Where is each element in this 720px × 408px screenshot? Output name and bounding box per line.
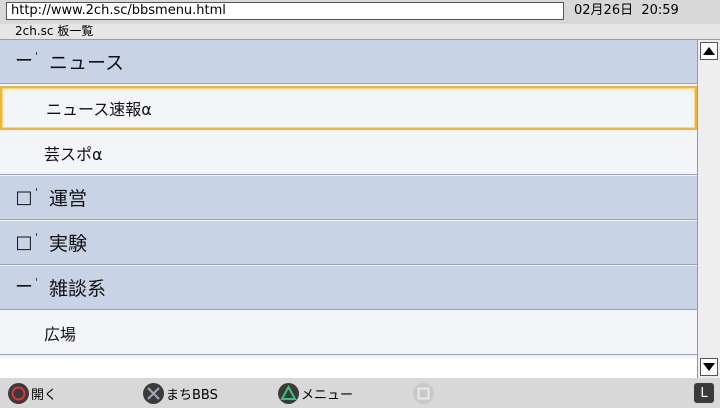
open-label: 開く [31,387,58,403]
open-button[interactable]: 開く [8,382,57,404]
machi-bbs-button[interactable]: まちBBS [143,382,218,404]
board-item-news-alpha[interactable]: ニュース速報α [0,86,697,130]
scroll-up-button[interactable] [700,42,718,60]
category-row-news[interactable]: ー ' ニュース [0,40,697,84]
square-button [413,382,436,404]
board-item-label: 芸スポα [44,144,103,164]
scrollbar[interactable] [697,40,720,378]
breadcrumb: 2ch.sc 板一覧 [0,24,720,40]
circle-button-icon [8,382,29,404]
category-row-admin[interactable]: □ ' 運営 [0,176,697,220]
machi-bbs-label: まちBBS [166,387,218,403]
board-item-hiroba[interactable]: 広場 [0,311,697,355]
arrow-down-icon [703,363,715,371]
category-label: 運営 [49,188,88,210]
triangle-button-icon [278,382,299,404]
cross-button-icon [143,382,164,404]
collapsed-marker-icon: □ [15,186,33,208]
category-row-experiment[interactable]: □ ' 実験 [0,221,697,265]
category-label: 実験 [49,233,88,255]
controls-bar: 開く まちBBS メニュー L [0,378,720,408]
board-item-label: ニュース速報α [46,100,152,119]
menu-button[interactable]: メニュー [278,382,353,404]
browser-top-bar: http://www.2ch.sc/bbsmenu.html 02月26日 20… [0,0,720,24]
category-label: ニュース [49,52,125,74]
l-button[interactable]: L [694,382,714,404]
expanded-marker-icon: ー [15,276,33,298]
clock: 02月26日 20:59 [574,3,679,18]
board-item-label: 広場 [44,324,77,344]
expanded-marker-icon: ー [15,50,33,72]
board-list: ー ' ニュース ニュース速報α 芸スポα □ ' 運営 □ ' 実験 ー ' … [0,40,697,358]
category-row-chat[interactable]: ー ' 雑談系 [0,266,697,310]
scroll-down-button[interactable] [700,358,718,376]
menu-label: メニュー [301,387,354,403]
collapsed-marker-icon: □ [15,231,33,253]
category-label: 雑談系 [49,278,107,300]
arrow-up-icon [703,47,715,55]
url-field[interactable]: http://www.2ch.sc/bbsmenu.html [6,2,564,20]
l-button-icon: L [694,383,714,403]
square-button-icon [413,382,434,404]
board-item-geispo-alpha[interactable]: 芸スポα [0,131,697,175]
